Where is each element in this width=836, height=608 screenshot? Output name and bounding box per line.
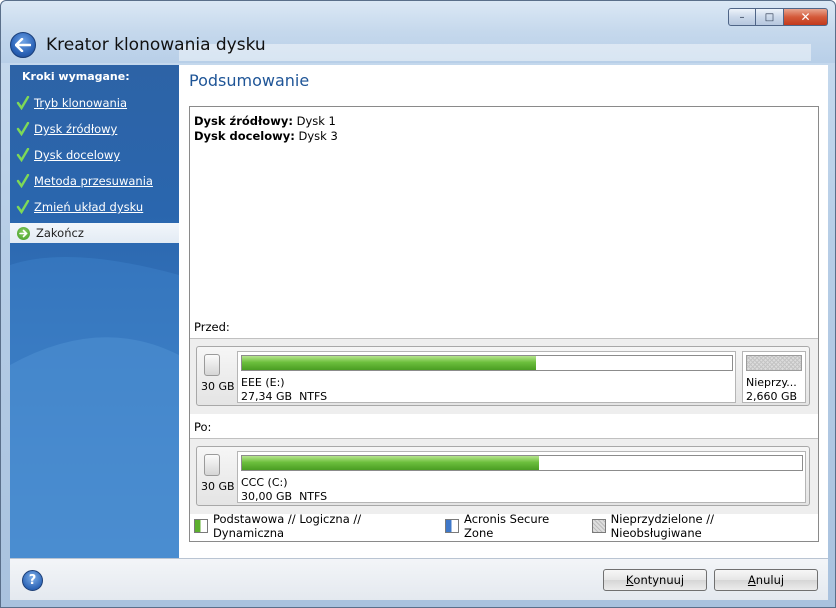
step-tryb-klonowania[interactable]: Tryb klonowania bbox=[16, 93, 179, 113]
legend-item-primary: Podstawowa // Logiczna // Dynamiczna bbox=[194, 512, 435, 540]
step-zakoncz: Zakończ bbox=[10, 223, 179, 243]
legend-item-secure-zone: Acronis Secure Zone bbox=[445, 512, 582, 540]
legend: Podstawowa // Logiczna // Dynamiczna Acr… bbox=[194, 512, 818, 540]
step-label: Zmień układ dysku bbox=[34, 200, 144, 214]
title-strip bbox=[179, 44, 811, 61]
partition-usage-fill bbox=[242, 356, 536, 370]
step-label: Zakończ bbox=[36, 226, 84, 240]
partition-usage-fill bbox=[242, 456, 539, 470]
step-dysk-docelowy[interactable]: Dysk docelowy bbox=[16, 145, 179, 165]
help-button[interactable]: ? bbox=[22, 570, 43, 591]
target-disk-value: Dysk 3 bbox=[294, 129, 338, 143]
source-disk-value: Dysk 1 bbox=[292, 114, 336, 128]
close-button[interactable]: ✕ bbox=[784, 8, 828, 26]
partition-size: 30,00 GB bbox=[241, 490, 293, 503]
steps-heading: Kroki wymagane: bbox=[22, 70, 130, 83]
step-label: Dysk docelowy bbox=[34, 148, 121, 162]
partition-fs: NTFS bbox=[299, 490, 328, 503]
cancel-mnemonic: A bbox=[747, 573, 756, 587]
legend-label: Podstawowa // Logiczna // Dynamiczna bbox=[212, 512, 362, 540]
page-title: Podsumowanie bbox=[189, 71, 310, 90]
cancel-button[interactable]: Anuluj bbox=[714, 569, 818, 591]
checkmark-icon bbox=[16, 148, 30, 162]
unallocated-bar bbox=[746, 355, 802, 371]
step-zmien-uklad-dysku[interactable]: Zmień układ dysku bbox=[16, 197, 179, 217]
partition-usage-bar bbox=[241, 355, 733, 371]
partition-name: EEE (E:) bbox=[241, 376, 285, 389]
continue-mnemonic: K bbox=[625, 573, 634, 587]
summary-box: Dysk źródłowy: Dysk 1 Dysk docelowy: Dys… bbox=[189, 106, 819, 542]
continue-button[interactable]: Kontynuuj bbox=[603, 569, 707, 591]
disk-size: 30 GB bbox=[201, 480, 235, 493]
wizard-title: Kreator klonowania dysku bbox=[46, 35, 266, 55]
steps-sidebar: Kroki wymagane: Tryb klonowania Dysk źró… bbox=[10, 65, 179, 558]
caption-buttons: – □ ✕ bbox=[728, 8, 828, 26]
partition-fs: NTFS bbox=[299, 390, 328, 403]
partition-size: 2,660 GB bbox=[746, 390, 798, 403]
checkmark-icon bbox=[16, 174, 30, 188]
partition-eee[interactable]: EEE (E:) 27,34 GB NTFS bbox=[237, 351, 736, 403]
step-metoda-przesuwania[interactable]: Metoda przesuwania bbox=[16, 171, 179, 191]
after-disk-area: 30 GB CCC (C:) 30,00 GB NTFS bbox=[190, 438, 818, 514]
partition-info: 27,34 GB NTFS bbox=[241, 390, 327, 403]
before-label: Przed: bbox=[194, 320, 230, 334]
partition-unallocated[interactable]: Nieprzy... 2,660 GB bbox=[742, 351, 806, 403]
sidebar-decoration bbox=[10, 257, 179, 558]
before-disk-card[interactable]: 30 GB EEE (E:) 27,34 GB NTFS Nieprzy... bbox=[196, 346, 810, 406]
primary-partition-swatch-icon bbox=[194, 519, 208, 533]
hard-disk-icon bbox=[204, 454, 220, 476]
step-label: Dysk źródłowy bbox=[34, 122, 118, 136]
minimize-button[interactable]: – bbox=[728, 8, 756, 26]
partition-name: CCC (C:) bbox=[241, 476, 288, 489]
title-bar: – □ ✕ Kreator klonowania dysku bbox=[1, 1, 835, 63]
cancel-label: nuluj bbox=[755, 573, 785, 587]
back-button[interactable] bbox=[10, 32, 36, 58]
source-disk-label: Dysk źródłowy: bbox=[194, 114, 293, 128]
hard-disk-icon bbox=[204, 354, 220, 376]
partition-usage-bar bbox=[241, 455, 803, 471]
unallocated-swatch-icon bbox=[591, 519, 606, 533]
main-panel: Podsumowanie Dysk źródłowy: Dysk 1 Dysk … bbox=[179, 65, 828, 558]
partition-size: 27,34 GB bbox=[241, 390, 293, 403]
maximize-button[interactable]: □ bbox=[756, 8, 784, 26]
legend-label: Acronis Secure Zone bbox=[464, 512, 550, 540]
checkmark-icon bbox=[16, 200, 30, 214]
checkmark-icon bbox=[16, 122, 30, 136]
step-label: Metoda przesuwania bbox=[34, 174, 153, 188]
partition-name: Nieprzy... bbox=[746, 376, 797, 389]
after-disk-card[interactable]: 30 GB CCC (C:) 30,00 GB NTFS bbox=[196, 446, 810, 506]
legend-item-unallocated: Nieprzydzielone // Nieobsługiwane bbox=[591, 512, 808, 540]
partition-ccc[interactable]: CCC (C:) 30,00 GB NTFS bbox=[237, 451, 806, 503]
after-label: Po: bbox=[194, 420, 212, 434]
step-label: Tryb klonowania bbox=[34, 96, 128, 110]
secure-zone-swatch-icon bbox=[445, 519, 460, 533]
wizard-window: – □ ✕ Kreator klonowania dysku Kroki wym… bbox=[0, 0, 836, 608]
legend-label: Nieprzydzielone // Nieobsługiwane bbox=[610, 512, 714, 540]
step-dysk-zrodlowy[interactable]: Dysk źródłowy bbox=[16, 119, 179, 139]
target-disk-label: Dysk docelowy: bbox=[194, 129, 295, 143]
back-arrow-icon bbox=[15, 38, 31, 52]
source-disk-line: Dysk źródłowy: Dysk 1 bbox=[194, 114, 336, 128]
current-step-arrow-icon bbox=[17, 226, 30, 240]
checkmark-icon bbox=[16, 96, 30, 110]
partition-info: 30,00 GB NTFS bbox=[241, 490, 327, 503]
disk-size: 30 GB bbox=[201, 380, 235, 393]
footer-bar: ? Kontynuuj Anuluj bbox=[10, 558, 828, 600]
before-disk-area: 30 GB EEE (E:) 27,34 GB NTFS Nieprzy... bbox=[190, 338, 818, 414]
continue-label: ontynuuj bbox=[633, 573, 685, 587]
target-disk-line: Dysk docelowy: Dysk 3 bbox=[194, 129, 338, 143]
